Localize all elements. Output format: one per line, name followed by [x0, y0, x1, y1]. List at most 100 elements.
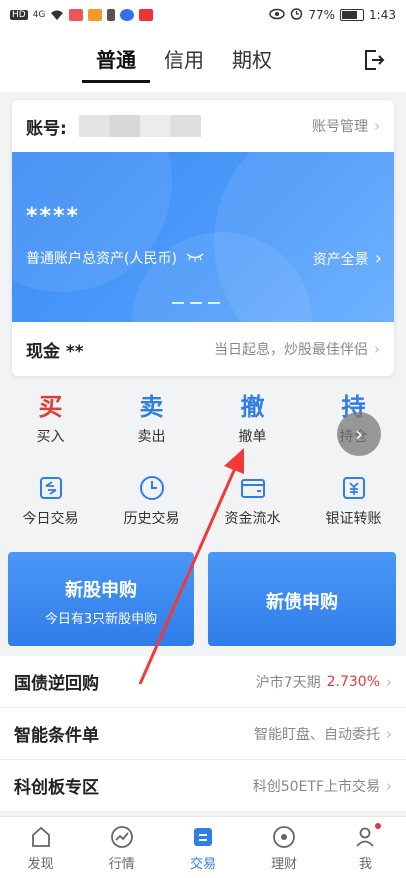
new-bond-subscription-button[interactable]: 新债申购	[208, 552, 396, 646]
finance-icon	[272, 825, 296, 849]
chevron-right-icon: ›	[374, 248, 382, 269]
list-item-title: 科创板专区	[14, 778, 99, 798]
feature-list: 国债逆回购 沪市7天期 2.730% › 智能条件单 智能盯盘、自动委托 › 科…	[0, 656, 406, 812]
battery-icon	[340, 9, 365, 21]
sell-label: 卖出	[137, 429, 166, 445]
account-number-masked	[78, 115, 201, 137]
nav-trade[interactable]: 交易	[162, 817, 243, 878]
account-row: 账号: 账号管理 ›	[12, 100, 394, 152]
tab-normal[interactable]: 普通	[82, 44, 150, 83]
clock-time: 1:43	[369, 8, 396, 22]
asset-overview-label: 资产全景	[312, 251, 369, 268]
nav-finance[interactable]: 理财	[244, 817, 325, 878]
cancel-order-glyph: 撤	[240, 393, 265, 421]
buy-label: 买入	[36, 429, 65, 445]
tab-credit[interactable]: 信用	[164, 44, 204, 83]
list-item-title: 国债逆回购	[14, 674, 99, 694]
bank-transfer-button[interactable]: 银证转账	[303, 474, 404, 528]
tab-options[interactable]: 期权	[232, 44, 272, 83]
phone-icon	[107, 9, 116, 21]
buy-button[interactable]: 买 买入	[0, 392, 101, 446]
nav-label: 理财	[271, 857, 298, 872]
app-notification-icon	[120, 9, 135, 21]
bottom-nav: 发现 行情 交易 理财 我	[0, 816, 406, 878]
new-stock-title: 新股申购	[65, 580, 137, 601]
list-item-detail: 科创50ETF上市交易 ›	[253, 776, 392, 796]
signal-strength: 4G	[32, 10, 46, 20]
today-trade-label: 今日交易	[22, 511, 79, 527]
sell-button[interactable]: 卖 卖出	[101, 392, 202, 446]
buy-glyph: 买	[38, 393, 63, 421]
account-label: 账号:	[26, 118, 67, 139]
app-notification-icon	[88, 9, 103, 21]
chevron-right-icon: ›	[374, 117, 380, 135]
profile-icon	[353, 825, 377, 849]
bank-transfer-label: 银证转账	[325, 511, 382, 527]
today-trade-button[interactable]: 今日交易	[0, 474, 101, 528]
wifi-icon	[50, 9, 64, 21]
wallet-icon	[239, 474, 267, 502]
nav-market[interactable]: 行情	[81, 817, 162, 878]
status-bar: HD 4G 77% 1:43	[0, 0, 406, 30]
list-item-detail: 智能盯盘、自动委托 ›	[254, 724, 392, 744]
battery-percent: 77%	[308, 8, 336, 22]
trade-icon	[191, 825, 215, 849]
fund-flow-label: 资金流水	[224, 511, 281, 527]
hide-eye-icon[interactable]	[185, 250, 205, 266]
bank-transfer-icon	[340, 474, 368, 502]
cash-row[interactable]: 现金 ** 当日起息，炒股最佳伴侣 ›	[12, 322, 394, 376]
nav-discover[interactable]: 发现	[0, 817, 81, 878]
carousel-indicator	[172, 302, 220, 304]
fund-flow-button[interactable]: 资金流水	[202, 474, 303, 528]
discover-icon	[29, 825, 53, 849]
list-item-detail: 沪市7天期 2.730% ›	[256, 672, 392, 692]
list-item-smart-order[interactable]: 智能条件单 智能盯盘、自动委托 ›	[0, 708, 406, 760]
header: 普通 信用 期权	[0, 30, 406, 92]
total-asset-label: 普通账户总资产(人民币)	[26, 251, 177, 267]
new-stock-subtitle: 今日有3只新股申购	[44, 612, 158, 627]
exit-icon[interactable]	[362, 48, 386, 72]
app-notification-icon	[139, 9, 154, 21]
account-card: 账号: 账号管理 › **** 普通账户总资产(人民币) 资产全景 › 现金 *…	[12, 100, 394, 376]
list-item-treasury-repo[interactable]: 国债逆回购 沪市7天期 2.730% ›	[0, 656, 406, 708]
notification-dot	[374, 823, 381, 829]
list-item-subtext: 沪市7天期	[255, 674, 321, 691]
nav-label: 我	[358, 857, 372, 872]
floating-chevron-right-icon[interactable]: ›	[337, 412, 381, 456]
cancel-order-label: 撤单	[238, 429, 267, 445]
history-trade-label: 历史交易	[123, 511, 180, 527]
total-asset-value: ****	[26, 204, 81, 229]
alarm-icon	[290, 7, 303, 23]
tools-row: 今日交易 历史交易 资金流水 银证转账	[0, 474, 406, 528]
account-type-tabs: 普通 信用 期权	[82, 44, 272, 83]
market-icon	[110, 825, 134, 849]
clock-icon	[138, 474, 166, 502]
account-manage-link[interactable]: 账号管理 ›	[312, 116, 380, 136]
asset-overview-link[interactable]: 资产全景 ›	[313, 248, 382, 269]
new-bond-title: 新债申购	[266, 592, 338, 613]
ipo-row: 新股申购 今日有3只新股申购 新债申购	[0, 552, 406, 646]
cash-label: 现金 **	[26, 341, 84, 362]
list-item-subtext: 智能盯盘、自动委托	[254, 726, 380, 743]
list-item-title: 智能条件单	[14, 726, 99, 746]
nav-label: 行情	[108, 857, 135, 872]
asset-panel[interactable]: **** 普通账户总资产(人民币) 资产全景 ›	[12, 152, 394, 322]
account-manage-label: 账号管理	[312, 119, 368, 135]
list-item-star-market[interactable]: 科创板专区 科创50ETF上市交易 ›	[0, 760, 406, 812]
sell-glyph: 卖	[139, 393, 164, 421]
nav-label: 交易	[189, 857, 216, 872]
history-trade-button[interactable]: 历史交易	[101, 474, 202, 528]
today-trade-icon	[37, 474, 65, 502]
eye-icon	[269, 8, 286, 23]
chevron-right-icon: ›	[374, 340, 380, 358]
list-item-subtext: 科创50ETF上市交易	[252, 778, 380, 795]
nav-profile[interactable]: 我	[325, 817, 406, 878]
new-stock-subscription-button[interactable]: 新股申购 今日有3只新股申购	[8, 552, 194, 646]
app-notification-icon	[69, 9, 84, 21]
total-asset-label-row: 普通账户总资产(人民币)	[26, 248, 205, 268]
repo-rate: 2.730%	[326, 673, 380, 690]
nav-label: 发现	[27, 857, 54, 872]
chevron-right-icon: ›	[386, 672, 392, 691]
cancel-order-button[interactable]: 撤 撤单	[202, 392, 303, 446]
chevron-right-icon: ›	[386, 724, 392, 743]
